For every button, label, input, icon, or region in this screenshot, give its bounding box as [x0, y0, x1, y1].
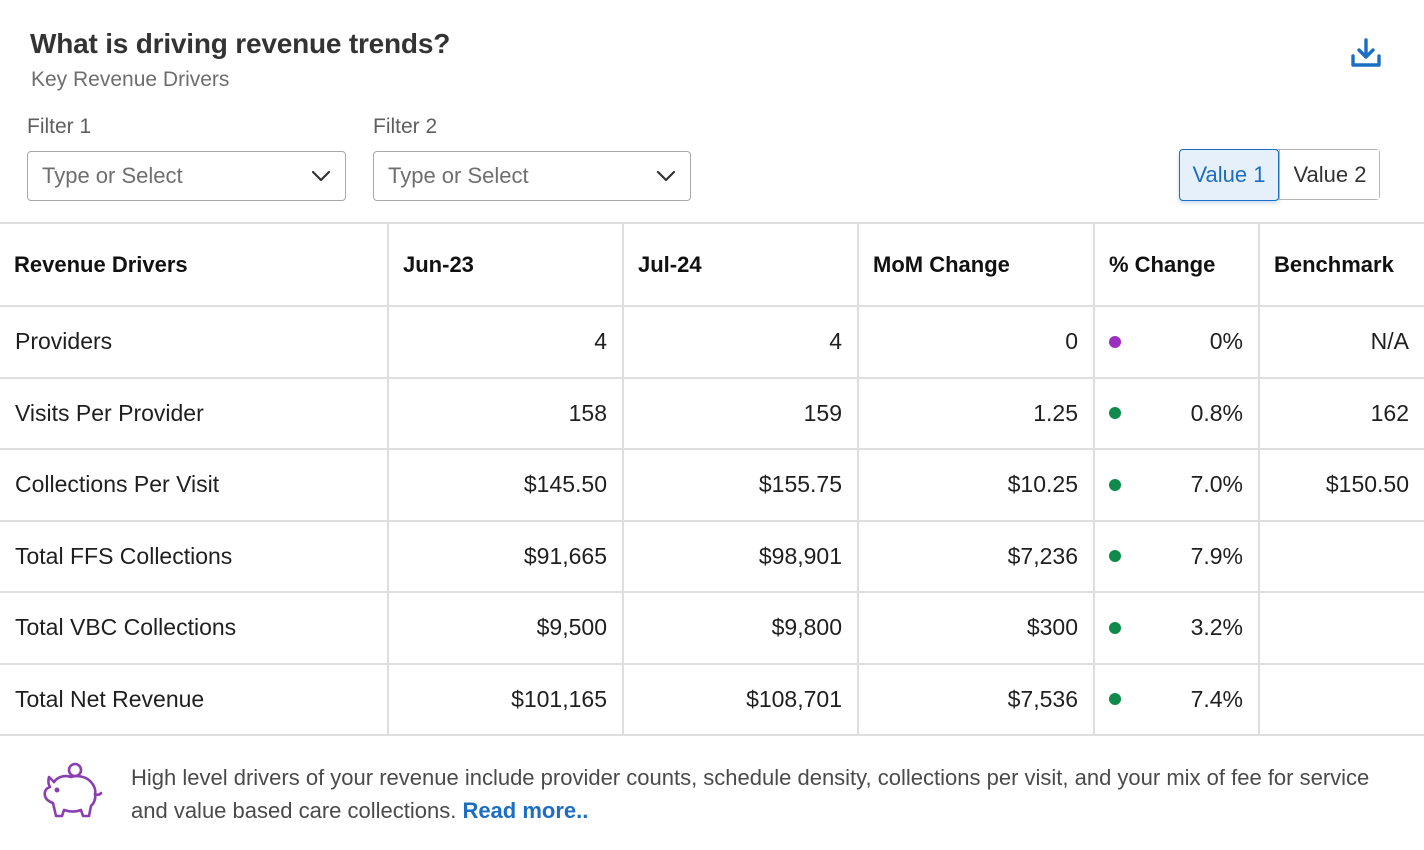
download-icon [1351, 38, 1381, 67]
cell-benchmark: 162 [1258, 376, 1424, 450]
filter-2-label: Filter 2 [373, 115, 438, 138]
cell-pct-change: 0% [1093, 305, 1260, 379]
cell-benchmark [1258, 591, 1424, 665]
page-subtitle: Key Revenue Drivers [31, 68, 230, 91]
column-header-benchmark: Benchmark [1258, 222, 1424, 307]
status-dot-icon [1109, 550, 1121, 563]
filter-2-select[interactable]: Type or Select [373, 151, 691, 201]
cell-pct-change: 3.2% [1093, 591, 1260, 665]
value-toggle: Value 1 Value 2 [1178, 148, 1381, 201]
pct-change-value: 0% [1209, 328, 1243, 355]
filter-1-label: Filter 1 [27, 115, 92, 138]
toggle-value-1[interactable]: Value 1 [1178, 148, 1280, 201]
cell-pct-change: 7.4% [1093, 662, 1260, 736]
pct-change-value: 7.0% [1190, 471, 1243, 498]
filter-1-placeholder: Type or Select [42, 163, 183, 188]
cell-jun-23: $101,165 [387, 662, 624, 736]
cell-revenue-driver: Total VBC Collections [0, 591, 389, 665]
toggle-value-2[interactable]: Value 2 [1279, 150, 1380, 199]
cell-benchmark: N/A [1258, 305, 1424, 379]
cell-benchmark: $150.50 [1258, 448, 1424, 522]
cell-revenue-driver: Total FFS Collections [0, 519, 389, 593]
column-header-mom-change: MoM Change [857, 222, 1095, 307]
cell-pct-change: 0.8% [1093, 376, 1260, 450]
piggy-bank-icon [43, 762, 103, 818]
cell-jun-23: $91,665 [387, 519, 624, 593]
cell-pct-change: 7.0% [1093, 448, 1260, 522]
status-dot-icon [1109, 693, 1121, 706]
table-row: Collections Per Visit $145.50 $155.75 $10.2… [0, 448, 1424, 522]
table-header-row: Revenue Drivers Jun-23 Jul-24 MoM Change… [0, 222, 1424, 307]
column-header-revenue-drivers: Revenue Drivers [0, 222, 389, 307]
chevron-down-icon [656, 170, 676, 182]
cell-jul-24: $108,701 [622, 662, 859, 736]
read-more-link[interactable]: Read more.. [462, 798, 588, 823]
revenue-drivers-table: Revenue Drivers Jun-23 Jul-24 MoM Change… [0, 222, 1424, 736]
cell-mom-change: 0 [857, 305, 1095, 379]
cell-jul-24: $9,800 [622, 591, 859, 665]
cell-benchmark [1258, 519, 1424, 593]
cell-jul-24: 159 [622, 376, 859, 450]
table-row: Total FFS Collections $91,665 $98,901 $7,23… [0, 519, 1424, 593]
table-row: Total VBC Collections $9,500 $9,800 $300 3.2… [0, 591, 1424, 665]
column-header-pct-change: % Change [1093, 222, 1260, 307]
cell-mom-change: $10.25 [857, 448, 1095, 522]
download-button[interactable] [1348, 36, 1384, 72]
cell-revenue-driver: Visits Per Provider [0, 376, 389, 450]
column-header-jul-24: Jul-24 [622, 222, 859, 307]
cell-jun-23: $9,500 [387, 591, 624, 665]
cell-mom-change: $300 [857, 591, 1095, 665]
chevron-down-icon [311, 170, 331, 182]
pct-change-value: 0.8% [1190, 399, 1243, 426]
table-row: Visits Per Provider 158 159 1.25 0.8% 162 [0, 376, 1424, 450]
cell-jun-23: 4 [387, 305, 624, 379]
cell-revenue-driver: Total Net Revenue [0, 662, 389, 736]
footer-description: High level drivers of your revenue inclu… [131, 761, 1401, 827]
cell-jun-23: 158 [387, 376, 624, 450]
cell-jul-24: 4 [622, 305, 859, 379]
status-dot-icon [1109, 478, 1121, 491]
pct-change-value: 7.9% [1190, 542, 1243, 569]
filter-1-select[interactable]: Type or Select [27, 151, 346, 201]
cell-revenue-driver: Providers [0, 305, 389, 379]
cell-revenue-driver: Collections Per Visit [0, 448, 389, 522]
page-title: What is driving revenue trends? [30, 28, 451, 59]
cell-jul-24: $155.75 [622, 448, 859, 522]
status-dot-icon [1109, 407, 1121, 420]
cell-mom-change: 1.25 [857, 376, 1095, 450]
filter-2-placeholder: Type or Select [388, 163, 529, 188]
cell-mom-change: $7,536 [857, 662, 1095, 736]
cell-jun-23: $145.50 [387, 448, 624, 522]
status-dot-icon [1109, 621, 1121, 634]
table-row: Total Net Revenue $101,165 $108,701 $7,536 7… [0, 662, 1424, 736]
pct-change-value: 7.4% [1190, 685, 1243, 712]
status-dot-icon [1109, 335, 1121, 348]
footer-text: High level drivers of your revenue inclu… [131, 765, 1370, 823]
cell-benchmark [1258, 662, 1424, 736]
table-row: Providers 4 4 0 0% N/A [0, 305, 1424, 379]
column-header-jun-23: Jun-23 [387, 222, 624, 307]
pct-change-value: 3.2% [1190, 614, 1243, 641]
cell-pct-change: 7.9% [1093, 519, 1260, 593]
cell-mom-change: $7,236 [857, 519, 1095, 593]
cell-jul-24: $98,901 [622, 519, 859, 593]
